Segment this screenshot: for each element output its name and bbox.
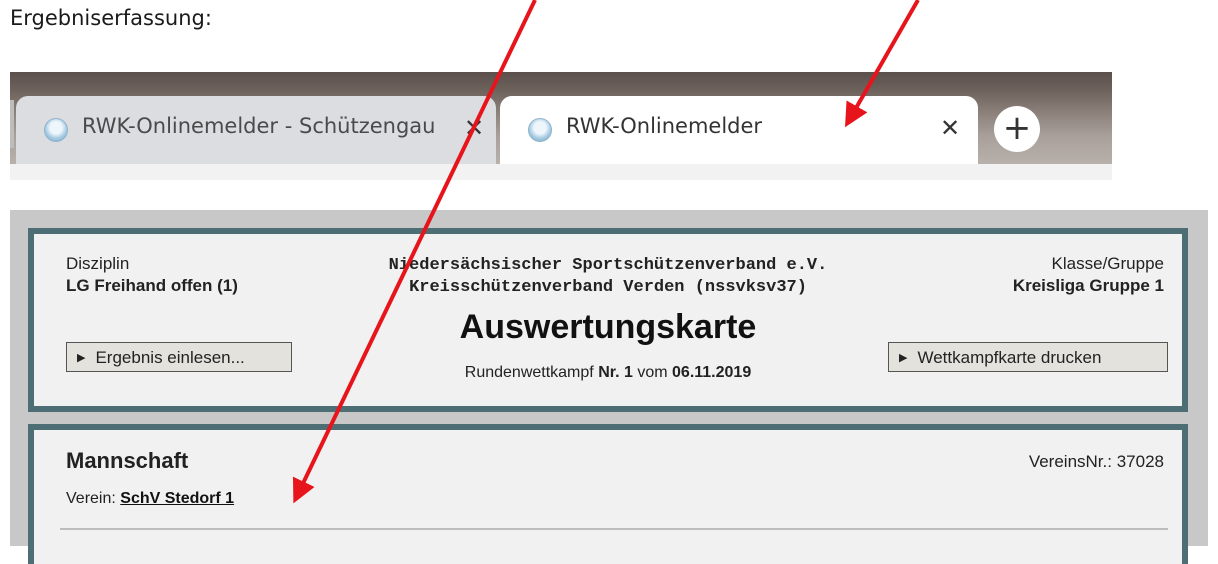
klasse-label: Klasse/Gruppe bbox=[1051, 254, 1164, 273]
org-line-1: Niedersächsischer Sportschützenverband e… bbox=[388, 256, 828, 275]
wettkampfkarte-drucken-button[interactable]: ▶ Wettkampfkarte drucken bbox=[888, 342, 1168, 372]
vereinsnr: VereinsNr.: 37028 bbox=[1028, 452, 1164, 471]
divider bbox=[60, 528, 1168, 530]
intro-text: Ergebniserfassung: bbox=[10, 6, 212, 30]
round-number: Nr. 1 bbox=[598, 364, 633, 381]
new-tab-button[interactable]: + bbox=[994, 106, 1040, 152]
browser-tab-1[interactable]: RWK-Onlinemelder - Schützengau ✕ bbox=[16, 96, 496, 164]
header-panel: Disziplin LG Freihand offen (1) Niedersä… bbox=[28, 228, 1188, 412]
team-panel: Mannschaft VereinsNr.: 37028 Verein: Sch… bbox=[28, 424, 1188, 564]
play-icon: ▶ bbox=[899, 352, 908, 364]
tab-title: RWK-Onlinemelder - Schützengau bbox=[82, 114, 436, 138]
ergebnis-einlesen-button[interactable]: ▶ Ergebnis einlesen... bbox=[66, 342, 292, 372]
browser-tab-strip: RWK-Onlinemelder - Schützengau ✕ RWK-Onl… bbox=[10, 72, 1112, 164]
browser-tab-2-active[interactable]: RWK-Onlinemelder ✕ bbox=[500, 96, 978, 164]
app-frame: Disziplin LG Freihand offen (1) Niedersä… bbox=[10, 210, 1208, 564]
close-icon[interactable]: ✕ bbox=[464, 114, 484, 143]
close-icon[interactable]: ✕ bbox=[940, 114, 960, 143]
team-heading: Mannschaft bbox=[66, 448, 189, 473]
tab-strip-edge bbox=[10, 100, 14, 148]
browser-toolbar-strip bbox=[10, 164, 1112, 180]
favicon-icon bbox=[44, 118, 68, 142]
verein-row: Verein: SchV Stedorf 1 bbox=[66, 490, 234, 508]
vereinsnr-value: 37028 bbox=[1116, 452, 1164, 471]
tab-title: RWK-Onlinemelder bbox=[566, 114, 763, 138]
round-prefix: Rundenwettkampf bbox=[464, 364, 594, 381]
org-line-2: Kreisschützenverband Verden (nssvksv37) bbox=[409, 278, 807, 297]
round-mid: vom bbox=[637, 364, 668, 381]
play-icon: ▶ bbox=[77, 352, 86, 364]
round-date: 06.11.2019 bbox=[672, 364, 752, 381]
klasse-value: Kreisliga Gruppe 1 bbox=[1012, 276, 1164, 295]
favicon-icon bbox=[528, 118, 552, 142]
verein-link[interactable]: SchV Stedorf 1 bbox=[120, 490, 234, 507]
verein-label: Verein: bbox=[66, 490, 116, 507]
